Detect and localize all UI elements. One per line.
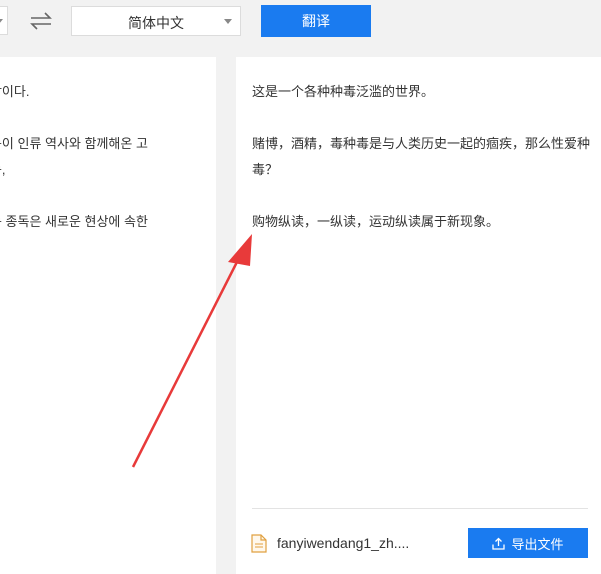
translate-button[interactable]: 翻译 [261,5,371,37]
file-name[interactable]: fanyiwendang1_zh.... [277,535,409,551]
document-icon [251,534,267,553]
translation-text-line [252,105,597,131]
translation-text-line: 赌博，酒精，毒种毒是与人类历史一起的痼疾，那么性爱种毒？ [252,136,591,177]
translation-panel: 这是一个各种种毒泛滥的世界。赌博，酒精，毒种毒是与人类历史一起的痼疾，那么性爱种… [236,57,601,574]
source-text: 세상이다. 종독이 인류 역사와 함께해온 고종독, 운동 종독은 새로운 현상에 … [0,79,216,235]
translation-text: 这是一个各种种毒泛滥的世界。赌博，酒精，毒种毒是与人类历史一起的痼疾，那么性爱种… [252,79,597,235]
source-text-line: 운동 종독은 새로운 현상에 속한 [0,214,148,229]
source-text-line: 종독이 인류 역사와 함께해온 고 [0,136,148,151]
upload-icon [492,537,506,550]
chevron-down-icon [224,19,232,24]
export-file-button[interactable]: 导出文件 [468,528,588,558]
translation-text-line [252,183,597,209]
source-text-panel[interactable]: 세상이다. 종독이 인류 역사와 함께해온 고종독, 운동 종독은 새로운 현상에 … [0,57,216,574]
target-language-label: 简体中文 [128,15,184,31]
export-label: 导出文件 [511,536,564,552]
source-text-line: 종독, [0,162,6,177]
footer-divider [252,508,588,509]
source-text-line [0,183,216,209]
chevron-down-icon [0,19,3,24]
translation-text-line: 购物纵读，一纵读，运动纵读属于新现象。 [252,214,500,229]
translation-text-line: 这是一个各种种毒泛滥的世界。 [252,84,435,99]
source-language-select[interactable] [0,6,8,35]
target-language-select[interactable]: 简体中文 [71,6,241,36]
toolbar: 简体中文 翻译 [0,0,601,56]
swap-arrows-icon[interactable] [30,12,52,30]
source-text-line [0,105,216,131]
source-text-line: 세상이다. [0,84,30,99]
